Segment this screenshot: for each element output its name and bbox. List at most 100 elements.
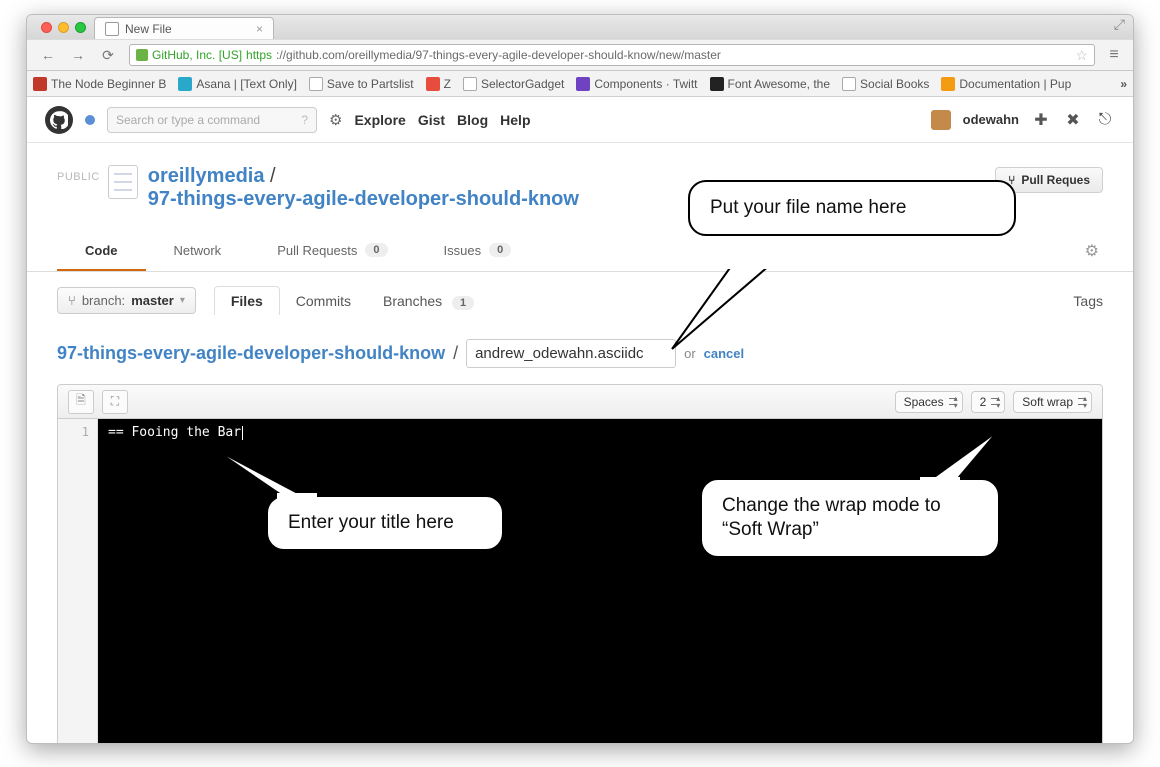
settings-gear-icon[interactable]: ⚙ <box>329 111 342 129</box>
notifications-indicator-icon[interactable] <box>85 115 95 125</box>
bookmark-item[interactable]: Asana | [Text Only] <box>178 77 297 91</box>
bookmark-favicon-icon <box>710 77 724 91</box>
line-number: 1 <box>58 425 89 439</box>
github-logo-icon[interactable] <box>45 106 73 134</box>
bookmark-item[interactable]: Z <box>426 77 451 91</box>
window-expand-icon[interactable]: ⤢ <box>1106 14 1133 39</box>
help-icon: ? <box>301 113 308 127</box>
repo-visibility-label: PUBLIC <box>57 165 100 183</box>
window-controls[interactable] <box>35 22 94 39</box>
tab-title: New File <box>125 22 172 36</box>
chevron-down-icon: ▾ <box>180 295 185 306</box>
bookmark-star-icon[interactable]: ☆ <box>1075 47 1088 64</box>
branch-subtab-row: ⑂ branch: master ▾ Files Commits Branche… <box>27 272 1133 315</box>
username-label[interactable]: odewahn <box>963 112 1019 127</box>
bookmark-favicon-icon <box>941 77 955 91</box>
branch-selector[interactable]: ⑂ branch: master ▾ <box>57 287 196 314</box>
bookmarks-overflow-icon[interactable]: » <box>1120 77 1127 91</box>
fullscreen-icon[interactable]: ⛶ <box>102 390 128 414</box>
tab-repo-settings-icon[interactable]: ⚙ <box>1081 231 1103 271</box>
bookmark-favicon-icon <box>309 77 323 91</box>
search-placeholder: Search or type a command <box>116 113 260 127</box>
subtab-branches[interactable]: Branches 1 <box>367 287 490 315</box>
address-bar[interactable]: GitHub, Inc. [US] https ://github.com/or… <box>129 44 1095 66</box>
account-settings-icon[interactable]: ✖ <box>1063 110 1083 130</box>
bookmark-item[interactable]: Save to Partslist <box>309 77 414 91</box>
breadcrumb-repo-link[interactable]: 97-things-every-agile-developer-should-k… <box>57 343 445 364</box>
subtab-tags[interactable]: Tags <box>1073 293 1103 309</box>
bookmark-item[interactable]: Components · Twitt <box>576 77 697 91</box>
url-scheme: https <box>246 48 272 62</box>
editor-toolbar: 🗎 ⛶ Spaces ▴▾ 2 ▴▾ Soft wrap ▴▾ <box>58 385 1102 419</box>
chrome-menu-icon[interactable]: ≡ <box>1103 46 1125 64</box>
user-avatar-icon[interactable] <box>931 110 951 130</box>
tab-pull-requests[interactable]: Pull Requests 0 <box>249 231 415 271</box>
count-badge: 0 <box>489 243 511 257</box>
close-window-icon[interactable] <box>41 22 52 33</box>
nav-help[interactable]: Help <box>500 112 530 128</box>
indent-size-select[interactable]: 2 ▴▾ <box>971 391 1006 413</box>
subtab-commits[interactable]: Commits <box>280 287 367 315</box>
tab-issues[interactable]: Issues 0 <box>416 231 540 271</box>
tab-network[interactable]: Network <box>146 231 250 271</box>
tab-code[interactable]: Code <box>57 231 146 271</box>
lock-icon <box>136 49 148 61</box>
path-separator: / <box>453 343 458 364</box>
file-breadcrumb: 97-things-every-agile-developer-should-k… <box>27 315 1133 376</box>
callout-tail-icon <box>666 257 776 357</box>
create-new-icon[interactable]: ✚ <box>1031 110 1051 130</box>
command-search[interactable]: Search or type a command ? <box>107 107 317 133</box>
minimize-window-icon[interactable] <box>58 22 69 33</box>
url-path: ://github.com/oreillymedia/97-things-eve… <box>276 48 721 62</box>
bookmark-item[interactable]: The Node Beginner B <box>33 77 166 91</box>
stepper-icon: ▴▾ <box>954 395 958 409</box>
repo-owner-link[interactable]: oreillymedia <box>148 165 265 187</box>
wrap-mode-select[interactable]: Soft wrap ▴▾ <box>1013 391 1092 413</box>
bookmark-item[interactable]: Social Books <box>842 77 929 91</box>
forward-button[interactable]: → <box>65 44 91 66</box>
bookmark-favicon-icon <box>33 77 47 91</box>
github-header: Search or type a command ? ⚙ Explore Gis… <box>27 97 1133 143</box>
stepper-icon: ▴▾ <box>996 395 1000 409</box>
indent-mode-select[interactable]: Spaces ▴▾ <box>895 391 963 413</box>
git-branch-icon: ⑂ <box>68 293 76 308</box>
subtab-files[interactable]: Files <box>214 286 280 315</box>
filename-input[interactable] <box>466 339 676 368</box>
zoom-window-icon[interactable] <box>75 22 86 33</box>
ev-cert-label: GitHub, Inc. [US] <box>152 48 242 62</box>
bookmark-item[interactable]: Font Awesome, the <box>710 77 831 91</box>
bookmark-favicon-icon <box>842 77 856 91</box>
tab-close-icon[interactable]: × <box>256 22 263 36</box>
nav-blog[interactable]: Blog <box>457 112 488 128</box>
bookmarks-bar: The Node Beginner B Asana | [Text Only] … <box>27 71 1133 97</box>
new-file-icon[interactable]: 🗎 <box>68 390 94 414</box>
repo-path: oreillymedia / 97-things-every-agile-dev… <box>148 165 579 211</box>
repo-icon <box>108 165 138 199</box>
tab-strip: New File × ⤢ <box>27 15 1133 39</box>
tab-favicon-icon <box>105 22 119 36</box>
address-toolbar: ← → ⟳ GitHub, Inc. [US] https ://github.… <box>27 39 1133 71</box>
text-cursor-icon <box>242 426 243 440</box>
back-button[interactable]: ← <box>35 44 61 66</box>
repo-name-link[interactable]: 97-things-every-agile-developer-should-k… <box>148 188 579 210</box>
browser-window: New File × ⤢ ← → ⟳ GitHub, Inc. [US] htt… <box>26 14 1134 744</box>
bookmark-favicon-icon <box>576 77 590 91</box>
bookmark-favicon-icon <box>463 77 477 91</box>
nav-explore[interactable]: Explore <box>354 112 405 128</box>
browser-tab[interactable]: New File × <box>94 17 274 39</box>
nav-gist[interactable]: Gist <box>418 112 445 128</box>
callout-filename: Put your file name here <box>688 180 1016 236</box>
callout-tail-icon <box>920 425 1020 495</box>
repo-tabs: Code Network Pull Requests 0 Issues 0 ⚙ <box>27 231 1133 272</box>
count-badge: 1 <box>452 296 474 310</box>
sign-out-icon[interactable]: ⎋ <box>1095 111 1115 129</box>
path-separator: / <box>270 165 276 187</box>
stepper-icon: ▴▾ <box>1083 395 1087 409</box>
code-line: == Fooing the Bar <box>108 425 241 440</box>
bookmark-item[interactable]: SelectorGadget <box>463 77 564 91</box>
reload-button[interactable]: ⟳ <box>95 44 121 66</box>
bookmark-item[interactable]: Documentation | Pup <box>941 77 1071 91</box>
line-gutter: 1 <box>58 419 98 743</box>
count-badge: 0 <box>365 243 387 257</box>
bookmark-favicon-icon <box>178 77 192 91</box>
